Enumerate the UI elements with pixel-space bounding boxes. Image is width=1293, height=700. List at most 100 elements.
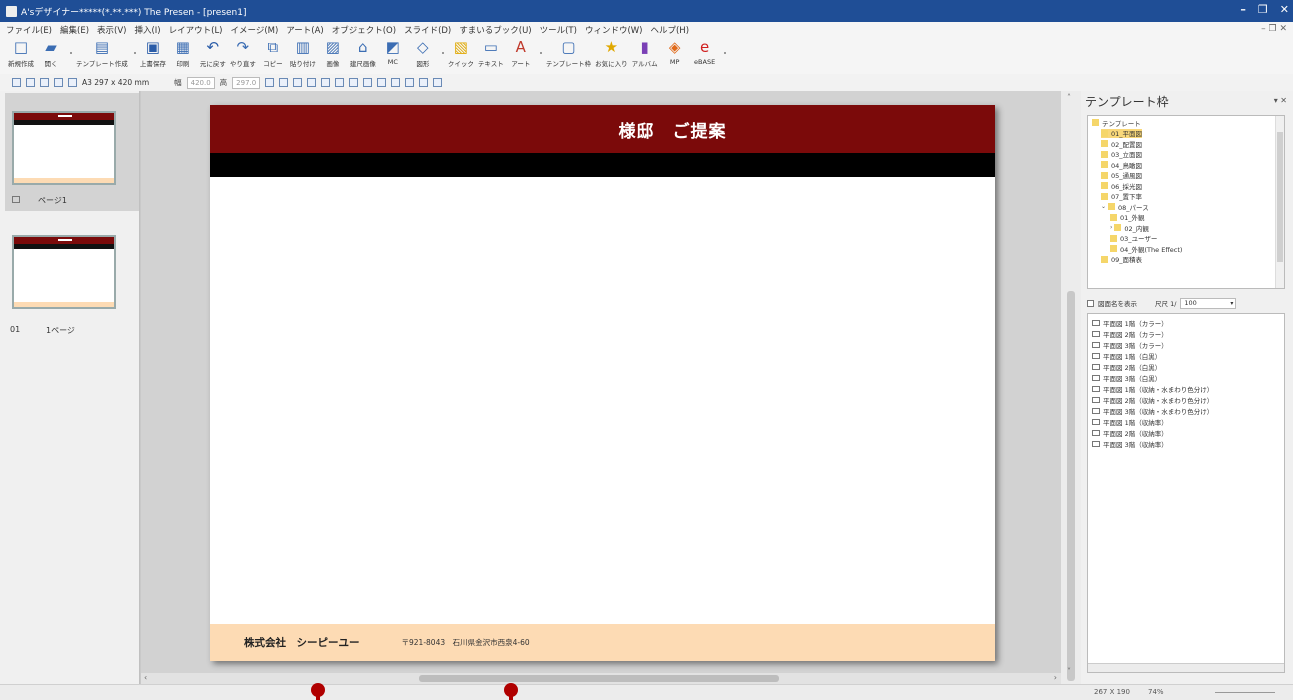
slide-header[interactable]: 様邸 ご提案	[210, 105, 995, 153]
page-label-2[interactable]: 1ページ	[46, 325, 75, 336]
print-button[interactable]: ▦ 印刷	[170, 38, 196, 68]
menu-item[interactable]: レイアウト(L)	[169, 24, 223, 36]
drawing-list-item[interactable]: 平面図 1階（カラー）	[1092, 318, 1168, 328]
quick-button[interactable]: ▧ クイック	[448, 38, 474, 68]
drawing-list-item[interactable]: 平面図 3階（収納・水まわり色分け）	[1092, 406, 1213, 416]
menu-item[interactable]: ウィンドウ(W)	[585, 24, 643, 36]
tree-item[interactable]: 03_ユーザー	[1110, 234, 1157, 243]
zoom-in-icon[interactable]	[54, 78, 63, 87]
menu-item[interactable]: スライド(D)	[404, 24, 451, 36]
tree-item[interactable]: 07_置下率	[1101, 192, 1142, 201]
slide-canvas[interactable]: 様邸 ご提案 株式会社 シーピーユー 〒921-8043 石川県金沢市西泉4-6…	[210, 105, 995, 661]
shape-button[interactable]: ◇ 図形	[410, 38, 436, 68]
vertical-scroll-thumb[interactable]	[1067, 291, 1075, 681]
drawing-list-item[interactable]: 平面図 3階（収納率）	[1092, 439, 1168, 449]
building-image-button[interactable]: ⌂ 建尺画像	[350, 38, 376, 68]
mdi-controls[interactable]: – ❐ ✕	[1261, 24, 1287, 34]
select-tool-icon[interactable]	[12, 78, 21, 87]
show-names-checkbox[interactable]	[1087, 299, 1094, 307]
undo-button[interactable]: ↶ 元に戻す	[200, 38, 226, 68]
grid-tool-icon[interactable]	[293, 78, 303, 87]
frame-tool-icon[interactable]	[265, 78, 275, 87]
drawing-list-item[interactable]: 平面図 3階（カラー）	[1092, 340, 1168, 350]
drawing-list-item[interactable]: 平面図 3階（白黒）	[1092, 373, 1161, 383]
panel-pin-close-icon[interactable]: ▾ ✕	[1274, 96, 1287, 105]
zoom-out-icon[interactable]	[68, 78, 77, 87]
image2-tool-icon[interactable]	[419, 78, 429, 87]
company-name[interactable]: 株式会社 シーピーユー	[244, 635, 360, 650]
menu-item[interactable]: すまいるブック(U)	[459, 24, 531, 36]
minimize-button[interactable]: –	[1240, 3, 1246, 16]
close-button[interactable]: ✕	[1280, 3, 1289, 16]
list-horizontal-scrollbar[interactable]	[1088, 663, 1284, 672]
slide-black-band[interactable]	[210, 153, 995, 177]
image3-tool-icon[interactable]	[433, 78, 443, 87]
copy-button[interactable]: ⧉ コピー	[260, 38, 286, 68]
menu-item[interactable]: イメージ(M)	[231, 24, 279, 36]
paste-button[interactable]: ▥ 貼り付け	[290, 38, 316, 68]
save-button[interactable]: ▣ 上書保存	[140, 38, 166, 68]
slide-title[interactable]: 様邸 ご提案	[619, 117, 727, 142]
open-folder-button[interactable]: ▰ 開く	[38, 38, 64, 68]
new-file-button[interactable]: □ 新規作成	[8, 38, 34, 68]
frame2-tool-icon[interactable]	[279, 78, 289, 87]
scroll-right-icon[interactable]: ›	[1054, 673, 1057, 682]
horizontal-scroll-thumb[interactable]	[419, 675, 779, 682]
order-tool-icon[interactable]	[363, 78, 373, 87]
page-thumbnail-1[interactable]	[12, 111, 116, 185]
image-button[interactable]: ▨ 画像	[320, 38, 346, 68]
page-label-1[interactable]: ページ1	[38, 195, 67, 206]
align-tool-icon[interactable]	[307, 78, 317, 87]
drawing-list-item[interactable]: 平面図 2階（白黒）	[1092, 362, 1161, 372]
tree-item[interactable]: 06_採光図	[1101, 181, 1142, 191]
group-tool-icon[interactable]	[349, 78, 359, 87]
tree-item[interactable]: テンプレート	[1092, 118, 1141, 128]
width-field[interactable]: 420.0	[186, 76, 215, 89]
rotate-tool-icon[interactable]	[335, 78, 345, 87]
drawing-list-item[interactable]: 平面図 1階（白黒）	[1092, 351, 1161, 361]
tree-item[interactable]: 02_配置図	[1101, 139, 1142, 149]
height-field[interactable]: 297.0	[232, 76, 261, 89]
tree-item[interactable]: 01_外観	[1110, 213, 1145, 222]
box2-tool-icon[interactable]	[391, 78, 401, 87]
menu-item[interactable]: ファイル(E)	[6, 24, 52, 36]
guide-tool-icon[interactable]	[321, 78, 331, 87]
text-button[interactable]: ▭ テキスト	[478, 38, 504, 68]
menu-item[interactable]: オブジェクト(O)	[332, 24, 396, 36]
menu-item[interactable]: アート(A)	[286, 24, 323, 36]
paper-size[interactable]: A3 297 x 420 mm	[82, 78, 149, 87]
horizontal-scrollbar[interactable]: ‹ ›	[141, 673, 1061, 684]
expand-arrow-icon[interactable]: ›	[1110, 224, 1112, 231]
drawing-list-item[interactable]: 平面図 1階（収納・水まわり色分け）	[1092, 384, 1213, 394]
template-create-button[interactable]: ▤ テンプレート作成	[76, 38, 128, 68]
scroll-up-icon[interactable]: ˄	[1067, 93, 1071, 102]
template-frame-button[interactable]: ▢ テンプレート枠	[546, 38, 591, 68]
scroll-left-icon[interactable]: ‹	[144, 673, 147, 682]
drawing-list-item[interactable]: 平面図 1階（収納率）	[1092, 417, 1168, 427]
tree-item[interactable]: 04_外観(The Effect)	[1110, 244, 1182, 254]
tree-item[interactable]: 03_立面図	[1101, 150, 1142, 159]
tree-item[interactable]: ⌄ 08_パース	[1101, 202, 1149, 212]
tree-scrollbar[interactable]	[1275, 116, 1284, 288]
ebase-button[interactable]: e eBASE	[692, 38, 718, 66]
album-button[interactable]: ▮ アルバム	[632, 38, 658, 68]
maximize-button[interactable]: ❐	[1258, 3, 1268, 16]
tree-item[interactable]: 04_鳥瞰図	[1101, 160, 1142, 170]
favorites-button[interactable]: ★ お気に入り	[595, 38, 628, 68]
zoom-slider[interactable]	[1215, 692, 1275, 693]
drawing-list-item[interactable]: 平面図 2階（収納・水まわり色分け）	[1092, 395, 1213, 405]
menu-item[interactable]: 挿入(I)	[134, 24, 160, 36]
art-button[interactable]: A アート	[508, 38, 534, 68]
canvas-area[interactable]: 様邸 ご提案 株式会社 シーピーユー 〒921-8043 石川県金沢市西泉4-6…	[141, 91, 1061, 673]
tree-item[interactable]: 09_面積表	[1101, 255, 1142, 264]
tree-item[interactable]: 05_通風図	[1101, 171, 1142, 180]
scale-select[interactable]: 100	[1180, 297, 1237, 309]
tree-item[interactable]: › 02_内観	[1110, 223, 1149, 233]
drawing-list-item[interactable]: 平面図 2階（カラー）	[1092, 329, 1168, 339]
menu-item[interactable]: ヘルプ(H)	[650, 24, 689, 36]
tree-item[interactable]: 01_平面図	[1101, 128, 1143, 138]
mc-button[interactable]: ◩ MC	[380, 38, 406, 66]
vertical-scrollbar[interactable]: ˄ ˅	[1061, 91, 1081, 684]
drawing-list-item[interactable]: 平面図 2階（収納率）	[1092, 428, 1168, 438]
redo-button[interactable]: ↷ やり直す	[230, 38, 256, 68]
